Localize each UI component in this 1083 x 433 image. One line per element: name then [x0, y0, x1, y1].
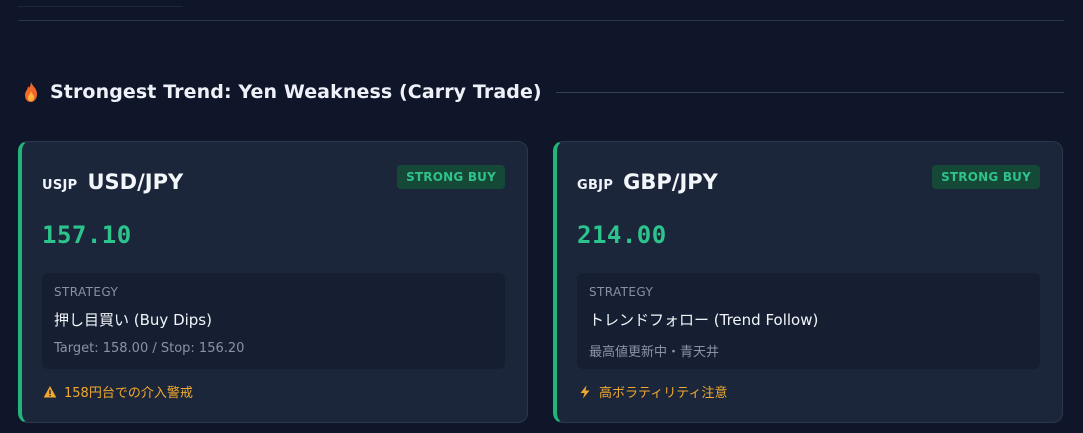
pair-name: GBP/JPY	[623, 170, 718, 194]
lightning-icon	[578, 385, 592, 399]
signal-badge: STRONG BUY	[932, 165, 1040, 189]
strategy-name: トレンドフォロー (Trend Follow)	[589, 311, 819, 329]
section-title: Strongest Trend: Yen Weakness (Carry Tra…	[50, 81, 542, 103]
pair-row: GBJP GBP/JPY	[577, 170, 718, 194]
strategy-box: STRATEGY 押し目買い (Buy Dips) Target: 158.00…	[42, 273, 505, 369]
price-value: 214.00	[577, 221, 667, 249]
fire-icon	[22, 81, 40, 103]
strategy-label: STRATEGY	[54, 285, 119, 299]
pair-code: GBJP	[577, 178, 614, 193]
strategy-detail: Target: 158.00 / Stop: 156.20	[54, 341, 245, 356]
top-tab-remnant	[18, 0, 183, 7]
currency-card-usdjpy[interactable]: USJP USD/JPY STRONG BUY 157.10 STRATEGY …	[18, 141, 528, 423]
top-divider	[18, 20, 1064, 21]
section-header: Strongest Trend: Yen Weakness (Carry Tra…	[22, 78, 1064, 106]
pair-code: USJP	[42, 178, 78, 193]
strategy-name: 押し目買い (Buy Dips)	[54, 311, 212, 329]
strategy-label: STRATEGY	[589, 285, 654, 299]
price-value: 157.10	[42, 221, 132, 249]
signal-badge: STRONG BUY	[397, 165, 505, 189]
strategy-detail: 最高値更新中・青天井	[589, 345, 720, 360]
alert-note: 高ボラティリティ注意	[578, 382, 727, 401]
pair-name: USD/JPY	[87, 170, 184, 194]
alert-text: 158円台での介入警戒	[64, 386, 193, 401]
alert-note: 158円台での介入警戒	[43, 382, 193, 401]
warning-icon	[43, 385, 57, 399]
alert-text: 高ボラティリティ注意	[599, 386, 728, 401]
currency-card-gbpjpy[interactable]: GBJP GBP/JPY STRONG BUY 214.00 STRATEGY …	[553, 141, 1063, 423]
pair-row: USJP USD/JPY	[42, 170, 183, 194]
section-divider	[555, 91, 1064, 93]
strategy-box: STRATEGY トレンドフォロー (Trend Follow) 最高値更新中・…	[577, 273, 1040, 369]
